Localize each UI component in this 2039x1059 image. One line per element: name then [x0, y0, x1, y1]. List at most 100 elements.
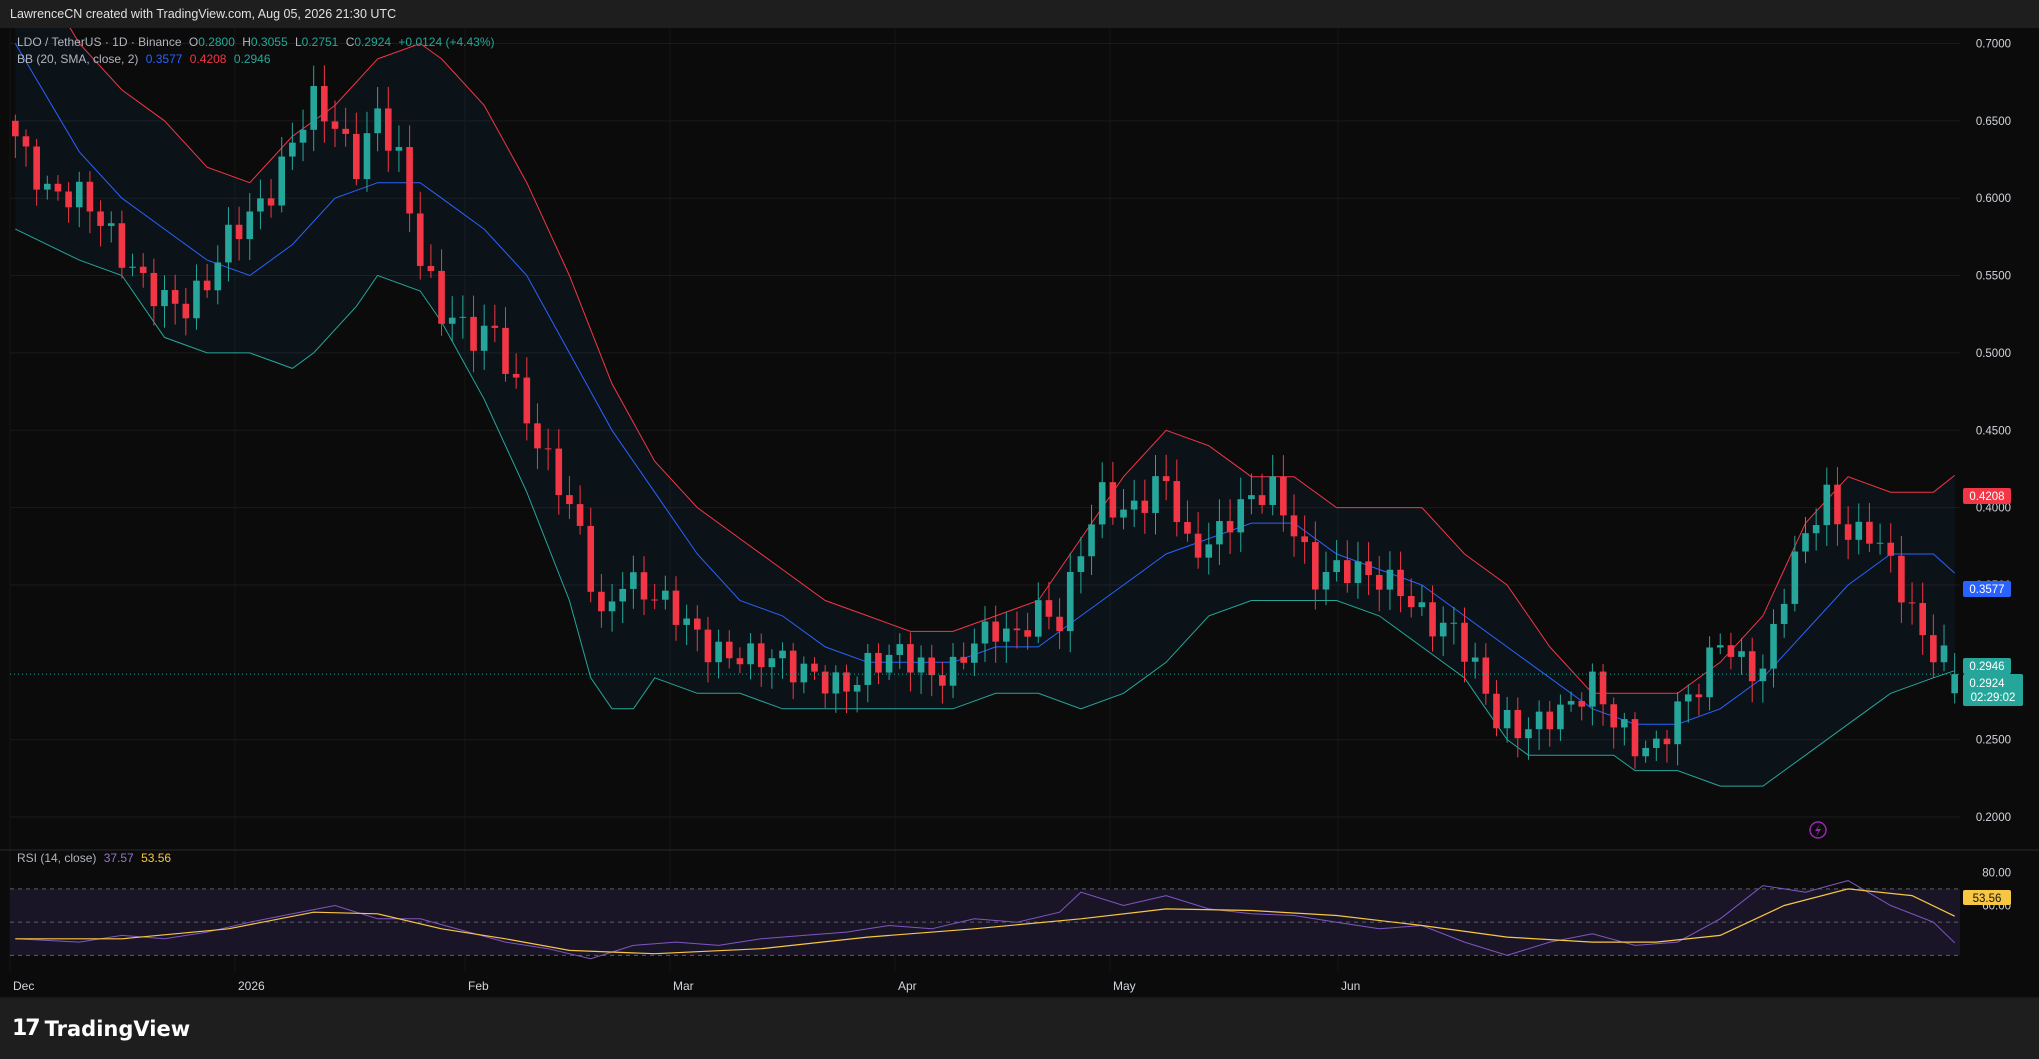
price-axis[interactable]: 0.7000 0.6500 0.6000 0.5500 0.5000 0.4500 0.40…: [1976, 38, 2011, 912]
close-value: 0.2924: [354, 35, 392, 49]
candle-body: [896, 644, 904, 655]
candle-body: [427, 265, 435, 271]
candle-body: [1546, 711, 1554, 730]
candle-body: [1471, 657, 1479, 662]
candle-body: [182, 303, 190, 319]
candle-body: [459, 316, 467, 318]
candle-body: [1003, 628, 1010, 642]
candle-body: [480, 325, 488, 351]
candle-body: [235, 224, 243, 240]
candle-body: [416, 213, 424, 266]
tradingview-logo[interactable]: 17 TradingView: [12, 1016, 190, 1041]
candle-body: [587, 525, 595, 592]
candle-body: [885, 654, 893, 673]
candle-body: [544, 448, 552, 450]
candle-body: [821, 671, 829, 694]
candle-body: [107, 223, 115, 226]
candle-body: [789, 650, 797, 683]
candle-body: [1056, 616, 1063, 632]
candle-body: [1290, 515, 1298, 537]
candle-body: [1812, 525, 1820, 534]
bar-countdown: 02:29:02: [1971, 692, 2016, 704]
candle-body: [1248, 495, 1255, 500]
candle-body: [939, 675, 946, 686]
open-value: 0.2800: [198, 35, 235, 49]
chart-canvas[interactable]: 0.7000 0.6500 0.6000 0.5500 0.5000 0.4500 0.40…: [0, 28, 2039, 999]
candle-body: [1386, 569, 1394, 590]
candle-body: [395, 147, 403, 151]
x-tick-label: Dec: [13, 979, 34, 993]
price-badges: 0.4208 0.3577 0.2946 0.2924 02:29:02 53.…: [1963, 488, 2023, 905]
candle-body: [1482, 657, 1490, 694]
candle-body: [448, 317, 456, 324]
high-value: 0.3055: [250, 35, 288, 49]
candle-body: [470, 316, 477, 351]
candle-body: [299, 129, 307, 143]
candle-body: [1514, 709, 1522, 739]
candle-body: [1280, 476, 1287, 516]
tradingview-chart-screen: LawrenceCN created with TradingView.com,…: [0, 0, 2039, 1059]
bb-indicator-name: BB (20, SMA, close, 2): [17, 52, 139, 66]
bb-basis-value: 0.3577: [145, 52, 183, 66]
candle-body: [811, 663, 818, 672]
time-axis[interactable]: Dec 2026 Feb Mar Apr May Jun: [13, 979, 1360, 993]
candle-body: [12, 120, 19, 137]
candle-body: [1098, 482, 1106, 525]
candle-body: [1844, 524, 1852, 540]
candle-body: [1930, 635, 1937, 663]
candle-body: [1876, 542, 1884, 544]
candle-body: [502, 327, 509, 374]
low-value: 0.2751: [301, 35, 339, 49]
bb-lower-value: 0.2946: [233, 52, 271, 66]
candle-body: [1333, 560, 1340, 572]
candle-body: [1898, 555, 1905, 603]
candle-body: [1365, 561, 1372, 576]
candle-body: [1461, 622, 1468, 662]
candle-body: [917, 657, 925, 673]
candle-body: [1407, 595, 1415, 608]
rsi-legend: RSI (14, close) 37.57 53.56: [17, 851, 175, 865]
x-tick-label: Feb: [468, 979, 489, 993]
bb-lower-badge: 0.2946: [1969, 661, 2004, 673]
candle-body: [1621, 719, 1628, 728]
symbol-title: LDO / TetherUS · 1D · Binance: [17, 35, 182, 49]
candle-body: [161, 290, 168, 307]
candle-body: [1684, 694, 1692, 702]
candle-body: [1525, 729, 1532, 739]
candle-body: [1034, 600, 1042, 637]
candle-body: [1642, 747, 1649, 757]
candle-body: [1077, 556, 1085, 572]
candle-body: [949, 656, 957, 686]
candle-body: [576, 504, 584, 526]
candle-body: [1503, 709, 1511, 729]
candle-body: [86, 181, 94, 212]
rsi-grid: [10, 888, 1960, 956]
symbol-legend: LDO / TetherUS · 1D · Binance O0.2800 H0…: [17, 35, 499, 49]
candle-body: [54, 183, 62, 192]
candle-body: [257, 198, 264, 212]
candle-body: [832, 672, 840, 694]
last-price-badge: 0.2924: [1969, 678, 2005, 690]
candle-body: [267, 198, 275, 206]
candle-body: [1695, 694, 1703, 698]
candle-body: [864, 652, 872, 685]
candle-body: [1834, 484, 1841, 525]
candle-body: [139, 266, 147, 273]
open-label: O: [188, 35, 199, 49]
candle-body: [1589, 671, 1596, 707]
candle-body: [598, 591, 605, 612]
candle-body: [907, 644, 914, 673]
candle-body: [1940, 645, 1948, 663]
flash-icon[interactable]: [1809, 821, 1827, 839]
candle-body: [1578, 701, 1586, 707]
rsi-indicator-name: RSI (14, close): [17, 851, 97, 865]
candle-body: [342, 128, 349, 134]
attribution-bar: LawrenceCN created with TradingView.com,…: [0, 0, 2039, 28]
x-tick-label: Mar: [673, 979, 694, 993]
candle-body: [971, 643, 978, 663]
x-tick-label: 2026: [238, 979, 265, 993]
candle-body: [779, 650, 786, 659]
y-tick-label: 0.5500: [1976, 271, 2011, 283]
candle-body: [619, 588, 627, 602]
candle-body: [33, 146, 40, 190]
